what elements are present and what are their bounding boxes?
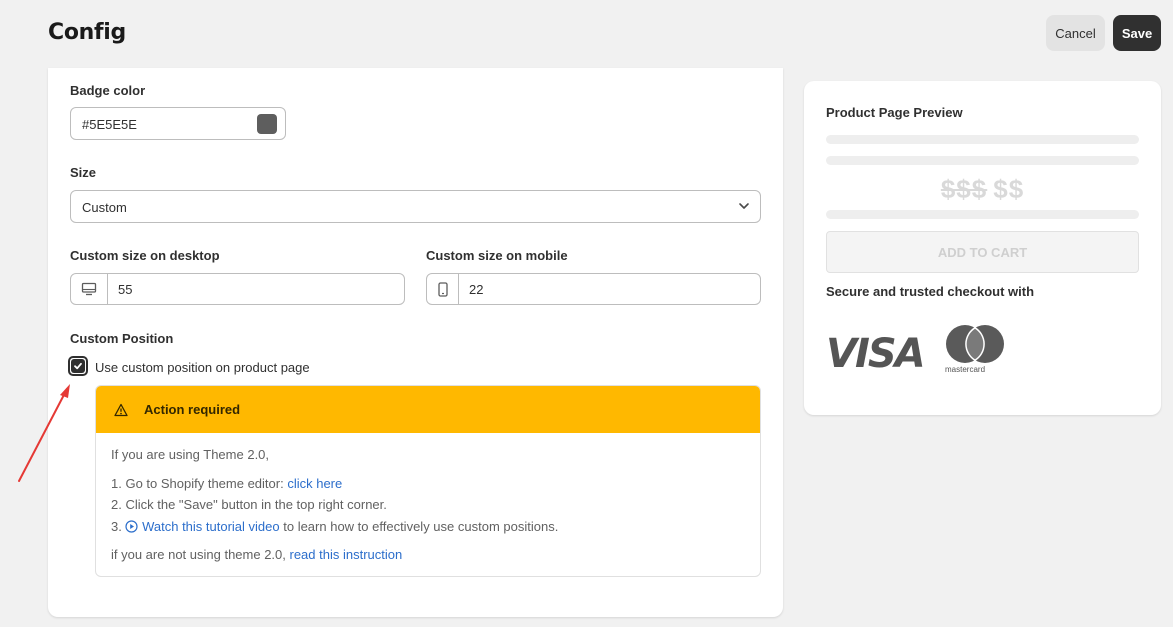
- custom-position-label: Custom Position: [70, 331, 174, 346]
- size-label: Size: [70, 165, 97, 180]
- save-button[interactable]: Save: [1113, 15, 1161, 51]
- banner-title: Action required: [144, 402, 241, 417]
- custom-position-checkbox[interactable]: [68, 356, 88, 376]
- warning-icon: [114, 403, 128, 416]
- page-title: Config: [48, 20, 126, 45]
- checkmark-icon: [74, 362, 82, 370]
- config-card: Badge color #5E5E5E Size Custom Custom s…: [48, 68, 783, 617]
- mobile-size-input[interactable]: 22: [426, 273, 761, 305]
- size-select[interactable]: Custom: [70, 190, 761, 223]
- add-to-cart-button: ADD TO CART: [826, 231, 1139, 273]
- skeleton-line: [826, 210, 1139, 219]
- banner-step-3: 3. Watch this tutorial video to learn ho…: [111, 519, 559, 534]
- skeleton-line: [826, 135, 1139, 144]
- desktop-size-label: Custom size on desktop: [70, 248, 220, 263]
- cancel-button[interactable]: Cancel: [1046, 15, 1105, 51]
- product-preview-card: Product Page Preview $$$ $$ ADD TO CART S…: [804, 81, 1161, 415]
- tutorial-video-link[interactable]: Watch this tutorial video: [142, 519, 280, 534]
- skeleton-line: [826, 156, 1139, 165]
- old-price: $$$: [940, 174, 988, 204]
- visa-logo: VISA: [826, 331, 926, 377]
- desktop-size-value: 55: [118, 281, 133, 297]
- banner-footer: if you are not using theme 2.0, read thi…: [111, 547, 403, 562]
- badge-color-value: #5E5E5E: [82, 117, 137, 132]
- banner-step-2: 2. Click the "Save" button in the top ri…: [111, 497, 387, 512]
- preview-title: Product Page Preview: [826, 105, 963, 120]
- badge-color-input[interactable]: #5E5E5E: [70, 107, 286, 140]
- size-select-value: Custom: [82, 200, 127, 215]
- mobile-icon: [437, 281, 448, 297]
- banner-intro: If you are using Theme 2.0,: [111, 447, 270, 462]
- new-price: $$: [993, 174, 1025, 204]
- action-required-banner: Action required If you are using Theme 2…: [95, 385, 761, 577]
- custom-position-checkbox-label[interactable]: Use custom position on product page: [95, 360, 310, 375]
- theme-editor-link[interactable]: click here: [287, 476, 342, 491]
- play-circle-icon[interactable]: [125, 520, 139, 533]
- desktop-size-input[interactable]: 55: [70, 273, 405, 305]
- mobile-size-value: 22: [469, 281, 484, 297]
- annotation-arrow: [18, 384, 70, 482]
- banner-body: If you are using Theme 2.0, 1. Go to Sho…: [96, 433, 760, 562]
- mobile-size-label: Custom size on mobile: [426, 248, 568, 263]
- desktop-icon: [81, 282, 97, 296]
- badge-color-label: Badge color: [70, 83, 146, 98]
- banner-header: Action required: [96, 386, 760, 433]
- secure-checkout-text: Secure and trusted checkout with: [826, 284, 1035, 299]
- preview-price: $$$ $$: [804, 174, 1161, 205]
- color-swatch[interactable]: [257, 114, 277, 134]
- banner-step-1: 1. Go to Shopify theme editor: click her…: [111, 476, 343, 491]
- chevron-down-icon: [739, 203, 749, 209]
- instruction-link[interactable]: read this instruction: [290, 547, 403, 562]
- mastercard-label: mastercard: [945, 365, 986, 374]
